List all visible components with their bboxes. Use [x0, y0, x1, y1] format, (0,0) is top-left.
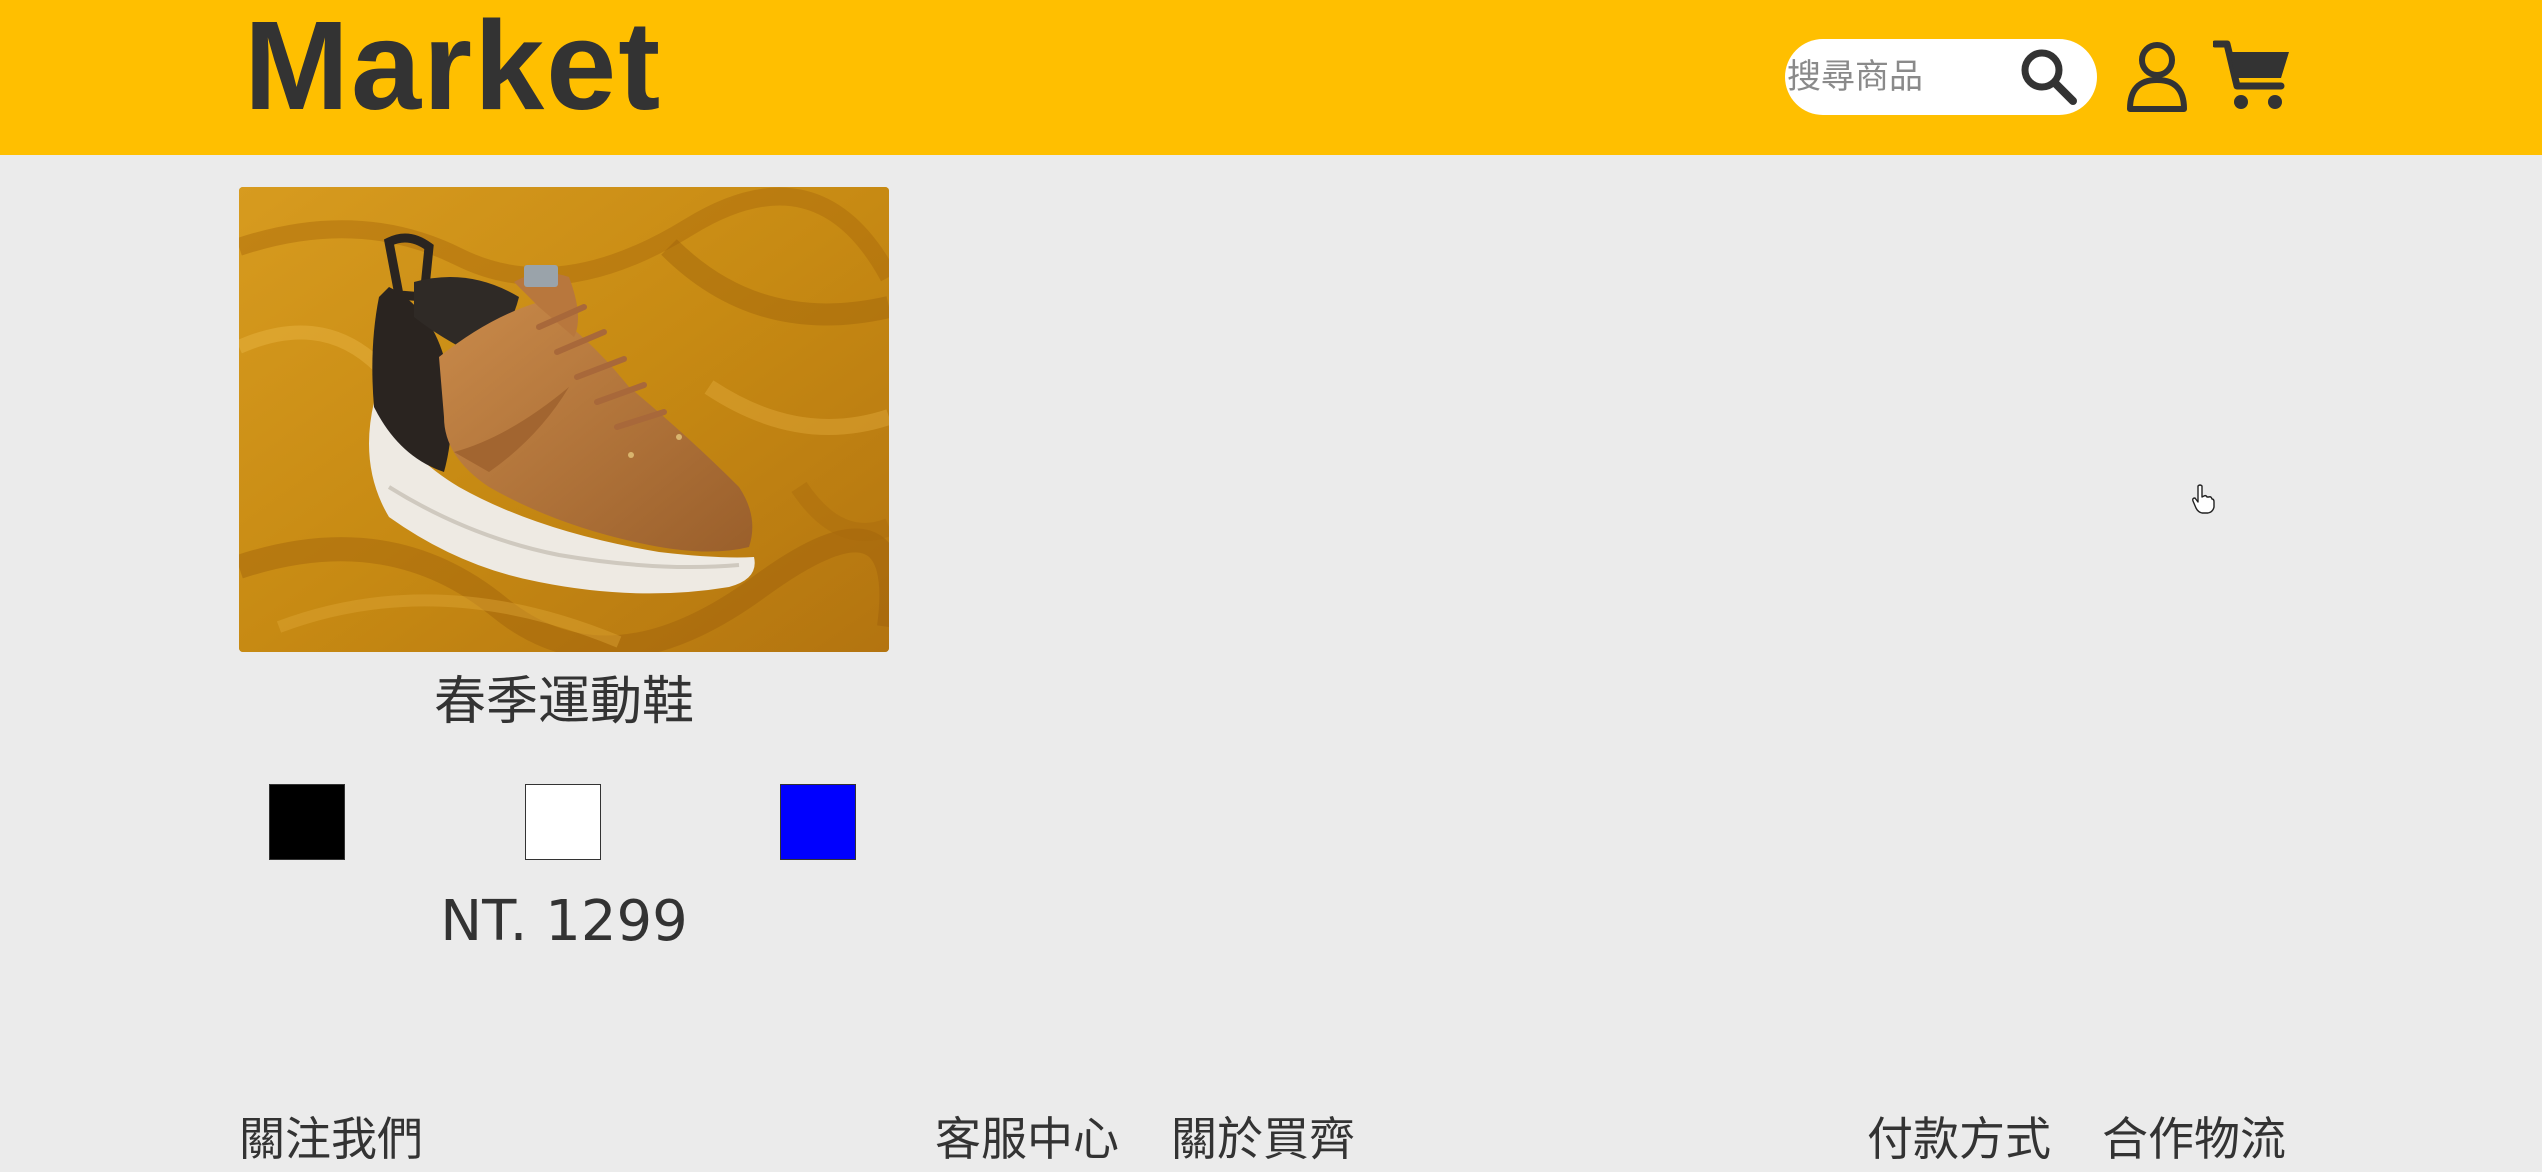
product-name[interactable]: 春季運動鞋 — [239, 657, 889, 747]
color-swatch-white[interactable] — [525, 784, 601, 860]
search-box — [1785, 39, 2097, 115]
member-button[interactable] — [2126, 40, 2188, 112]
product-image[interactable] — [239, 187, 889, 652]
hand-cursor-icon — [2192, 484, 2215, 514]
footer-customer-service-link[interactable]: 客服中心 — [935, 1107, 1119, 1171]
site-header: Market — [0, 0, 2542, 155]
cart-button[interactable] — [2211, 38, 2291, 112]
sneaker-image — [239, 187, 889, 652]
product-card[interactable]: 春季運動鞋 NT. 1299 — [239, 187, 889, 967]
color-swatch-black[interactable] — [269, 784, 345, 860]
footer-payment-link[interactable]: 付款方式 — [1867, 1107, 2051, 1171]
footer-about-link[interactable]: 關於買齊 — [1171, 1107, 1355, 1171]
product-price: NT. 1299 — [440, 889, 688, 954]
cart-icon — [2211, 40, 2289, 109]
user-icon — [2127, 42, 2187, 112]
footer-follow-us-link[interactable]: 關注我們 — [239, 1107, 423, 1171]
search-button[interactable] — [2017, 45, 2081, 109]
color-swatch-blue[interactable] — [780, 784, 856, 860]
footer-shipping-link[interactable]: 合作物流 — [2102, 1107, 2286, 1171]
search-icon — [2021, 49, 2077, 105]
logo-link[interactable]: Market — [244, 0, 662, 132]
search-input[interactable] — [1785, 39, 2007, 115]
